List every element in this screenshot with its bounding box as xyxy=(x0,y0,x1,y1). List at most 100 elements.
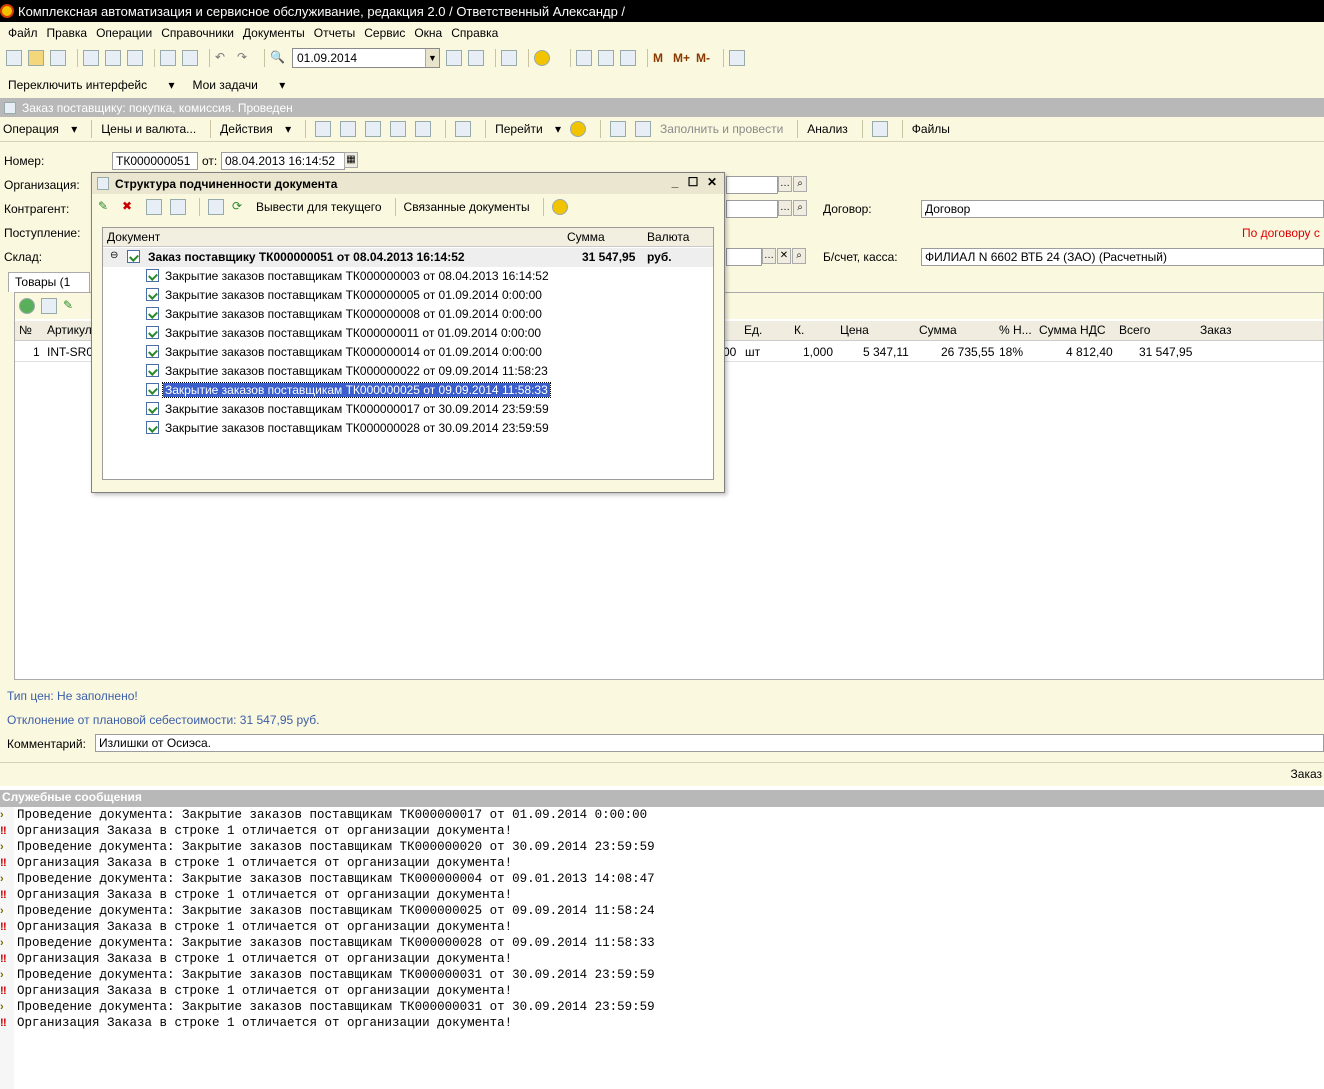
post-icon[interactable] xyxy=(315,121,332,137)
goto-button[interactable]: Перейти ▾ xyxy=(495,122,561,136)
undo-icon[interactable]: ↶ xyxy=(215,50,231,66)
menu-operations[interactable]: Операции xyxy=(96,26,152,40)
message-line[interactable]: ‼ Организация Заказа в строке 1 отличаетс… xyxy=(0,824,1324,840)
menu-help[interactable]: Справка xyxy=(451,26,498,40)
print-form-icon[interactable] xyxy=(871,121,888,137)
warehouse-field[interactable] xyxy=(726,248,762,266)
minimize-icon[interactable]: _ xyxy=(668,175,682,189)
account-field[interactable]: ФИЛИАЛ N 6602 ВТБ 24 (ЗАО) (Расчетный) xyxy=(921,248,1324,266)
settings-icon[interactable] xyxy=(729,50,746,66)
copy-doc-icon[interactable] xyxy=(365,121,382,137)
counterparty-select-icon[interactable]: … xyxy=(778,200,792,216)
organization-field[interactable] xyxy=(726,176,778,194)
memory-m-button[interactable]: M xyxy=(653,51,663,65)
message-line[interactable]: › Проведение документа: Закрытие заказов … xyxy=(0,840,1324,856)
prices-currency-button[interactable]: Цены и валюта... xyxy=(101,122,196,136)
table-icon[interactable] xyxy=(610,121,627,137)
unpost-icon[interactable] xyxy=(170,199,186,215)
menu-service[interactable]: Сервис xyxy=(364,26,405,40)
deviation-note[interactable]: Отклонение от плановой себестоимости: 31… xyxy=(7,713,319,727)
menu-file[interactable]: Файл xyxy=(8,26,38,40)
menu-reports[interactable]: Отчеты xyxy=(314,26,355,40)
tree-child-row[interactable]: Закрытие заказов поставщикам ТК000000014… xyxy=(103,343,713,362)
status-order-text[interactable]: Заказ xyxy=(1291,767,1322,781)
col-price[interactable]: Цена xyxy=(840,323,869,337)
memory-mplus-button[interactable]: M+ xyxy=(673,51,690,65)
preview-icon[interactable] xyxy=(182,50,198,66)
paste-icon[interactable] xyxy=(127,50,143,66)
open-folder-icon[interactable] xyxy=(28,50,44,66)
message-line[interactable]: ‼ Организация Заказа в строке 1 отличаетс… xyxy=(0,984,1324,1000)
col-order[interactable]: Заказ xyxy=(1200,323,1231,337)
find-next-icon[interactable] xyxy=(446,50,462,66)
message-line[interactable]: ‼ Организация Заказа в строке 1 отличаетс… xyxy=(0,1016,1324,1032)
maximize-icon[interactable]: ☐ xyxy=(686,175,700,189)
copy-icon[interactable] xyxy=(105,50,121,66)
message-line[interactable]: ‼ Организация Заказа в строке 1 отличаетс… xyxy=(0,920,1324,936)
col-k[interactable]: К. xyxy=(794,323,804,337)
help-icon[interactable] xyxy=(551,199,568,215)
number-field[interactable]: ТК000000051 xyxy=(112,152,198,170)
menu-windows[interactable]: Окна xyxy=(414,26,442,40)
message-line[interactable]: › Проведение документа: Закрытие заказов … xyxy=(0,1000,1324,1016)
tab-goods[interactable]: Товары (1 поз xyxy=(8,272,90,303)
tree-child-row[interactable]: Закрытие заказов поставщикам ТК000000011… xyxy=(103,324,713,343)
redo-icon[interactable]: ↷ xyxy=(237,50,253,66)
my-tasks-button[interactable]: Мои задачи ▾ xyxy=(192,78,285,92)
chevron-down-icon[interactable]: ▼ xyxy=(425,49,439,67)
fill-post-button[interactable]: Заполнить и провести xyxy=(660,122,783,136)
based-on-icon[interactable] xyxy=(455,121,472,137)
col-sum[interactable]: Сумма xyxy=(567,230,605,244)
counterparty-search-icon[interactable]: ⌕ xyxy=(793,200,807,216)
find-prev-icon[interactable] xyxy=(468,50,484,66)
operation-button[interactable]: Операция ▾ xyxy=(3,122,77,136)
windows-icon[interactable] xyxy=(501,50,517,66)
counterparty-field[interactable] xyxy=(726,200,778,218)
col-document[interactable]: Документ xyxy=(107,230,160,244)
tree-child-row[interactable]: Закрытие заказов поставщикам ТК000000003… xyxy=(103,267,713,286)
date-field[interactable]: 08.04.2013 16:14:52 xyxy=(221,152,345,170)
related-docs-button[interactable]: Связанные документы xyxy=(404,200,530,214)
warehouse-select-icon[interactable]: … xyxy=(762,248,776,264)
edit-icon[interactable]: ✎ xyxy=(98,199,114,215)
switch-interface-button[interactable]: Переключить интерфейс ▾ xyxy=(8,78,174,92)
info-icon[interactable] xyxy=(534,50,550,66)
message-line[interactable]: › Проведение документа: Закрытие заказов … xyxy=(0,808,1324,824)
col-currency[interactable]: Валюта xyxy=(647,230,689,244)
users-icon[interactable] xyxy=(620,50,636,66)
price-type-note[interactable]: Тип цен: Не заполнено! xyxy=(7,689,138,703)
message-line[interactable]: ‼ Организация Заказа в строке 1 отличаетс… xyxy=(0,952,1324,968)
output-icon[interactable] xyxy=(208,199,224,215)
col-total[interactable]: Всего xyxy=(1119,323,1150,337)
tree-child-row[interactable]: Закрытие заказов поставщикам ТК000000008… xyxy=(103,305,713,324)
message-line[interactable]: › Проведение документа: Закрытие заказов … xyxy=(0,968,1324,984)
refresh-doc-icon[interactable] xyxy=(340,121,357,137)
comment-field[interactable]: Излишки от Осиэса. xyxy=(95,734,1324,752)
edit-row-icon[interactable]: ✎ xyxy=(63,298,79,314)
contract-field[interactable]: Договор xyxy=(921,200,1324,218)
tree-child-row[interactable]: Закрытие заказов поставщикам ТК000000017… xyxy=(103,400,713,419)
message-line[interactable]: › Проведение документа: Закрытие заказов … xyxy=(0,904,1324,920)
tree-child-row[interactable]: Закрытие заказов поставщикам ТК000000025… xyxy=(103,381,713,400)
col-n[interactable]: № xyxy=(19,323,32,337)
actions-button[interactable]: Действия ▾ xyxy=(220,122,291,136)
new-doc-icon[interactable] xyxy=(6,50,22,66)
save-icon[interactable] xyxy=(50,50,66,66)
tree-child-row[interactable]: Закрытие заказов поставщикам ТК000000028… xyxy=(103,419,713,438)
collapse-icon[interactable]: ⊖ xyxy=(110,250,118,261)
message-line[interactable]: › Проведение документа: Закрытие заказов … xyxy=(0,936,1324,952)
col-vat-rate[interactable]: % Н... xyxy=(999,323,1032,337)
output-current-button[interactable]: Вывести для текущего xyxy=(256,200,382,214)
close-icon[interactable]: ✕ xyxy=(705,175,719,189)
message-line[interactable]: ‼ Организация Заказа в строке 1 отличаетс… xyxy=(0,856,1324,872)
struct-icon[interactable] xyxy=(390,121,407,137)
col-vat-sum[interactable]: Сумма НДС xyxy=(1039,323,1106,337)
tree-child-row[interactable]: Закрытие заказов поставщикам ТК000000022… xyxy=(103,362,713,381)
refresh-icon[interactable]: ⟳ xyxy=(232,199,248,215)
organization-select-icon[interactable]: … xyxy=(778,176,792,192)
cut-icon[interactable] xyxy=(83,50,99,66)
menu-catalogs[interactable]: Справочники xyxy=(161,26,234,40)
tree-root-row[interactable]: ⊖ Заказ поставщику ТК000000051 от 08.04.… xyxy=(103,248,713,267)
search-icon[interactable]: 🔍 xyxy=(270,50,286,66)
checklist-icon[interactable] xyxy=(635,121,652,137)
